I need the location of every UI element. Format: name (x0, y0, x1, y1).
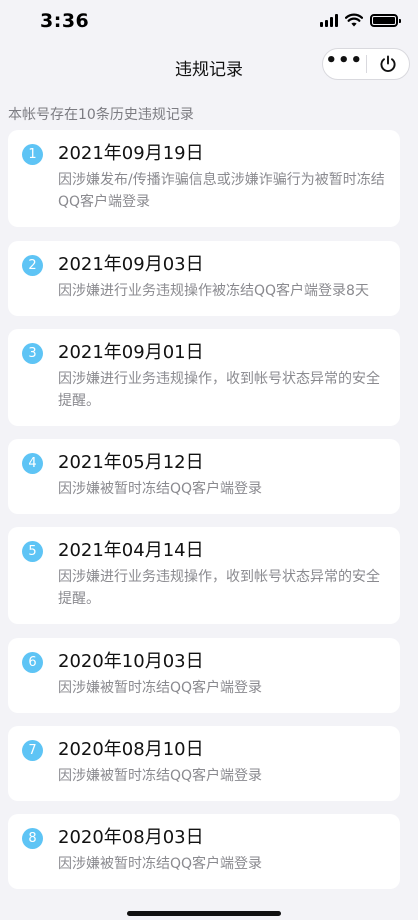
violation-record-list: 1 2021年09月19日因涉嫌发布/传播诈骗信息或涉嫌诈骗行为被暂时冻结QQ客户… (8, 130, 400, 889)
record-description: 因涉嫌被暂时冻结QQ客户端登录 (58, 680, 263, 696)
violation-record-card: 3 2021年09月01日因涉嫌进行业务违规操作，收到帐号状态异常的安全提醒。 (8, 329, 400, 426)
record-description: 因涉嫌进行业务违规操作，收到帐号状态异常的安全提醒。 (58, 371, 380, 409)
violation-record-card: 2 2021年09月03日因涉嫌进行业务违规操作被冻结QQ客户端登录8天 (8, 241, 400, 316)
violation-record-card: 5 2021年04月14日因涉嫌进行业务违规操作，收到帐号状态异常的安全提醒。 (8, 527, 400, 624)
violation-record-card: 4 2021年05月12日因涉嫌被暂时冻结QQ客户端登录 (8, 439, 400, 514)
record-date: 2021年09月19日 (58, 143, 204, 164)
cellular-signal-icon (320, 13, 338, 27)
record-index-badge: 3 (22, 343, 43, 364)
record-date: 2020年08月03日 (58, 827, 204, 848)
record-index-badge: 2 (22, 255, 43, 276)
status-bar: 3:36 (0, 0, 418, 44)
status-time: 3:36 (40, 10, 90, 32)
power-icon (380, 55, 396, 72)
record-date: 2021年04月14日 (58, 540, 204, 561)
close-button[interactable] (367, 49, 410, 79)
record-description: 因涉嫌发布/传播诈骗信息或涉嫌诈骗行为被暂时冻结QQ客户端登录 (58, 172, 385, 210)
record-index-badge: 1 (22, 144, 43, 165)
record-index-badge: 8 (22, 828, 43, 849)
violation-summary: 本帐号存在10条历史违规记录 (8, 107, 194, 123)
record-date: 2020年08月10日 (58, 739, 204, 760)
record-index-badge: 4 (22, 453, 43, 474)
status-icons (320, 13, 401, 27)
record-description: 因涉嫌被暂时冻结QQ客户端登录 (58, 481, 263, 497)
wifi-icon (345, 13, 363, 27)
more-dots-icon: ••• (325, 50, 363, 71)
record-date: 2021年09月03日 (58, 254, 204, 275)
violation-record-card: 1 2021年09月19日因涉嫌发布/传播诈骗信息或涉嫌诈骗行为被暂时冻结QQ客户… (8, 130, 400, 227)
record-description: 因涉嫌进行业务违规操作，收到帐号状态异常的安全提醒。 (58, 569, 380, 607)
record-description: 因涉嫌被暂时冻结QQ客户端登录 (58, 856, 263, 872)
record-date: 2021年05月12日 (58, 452, 204, 473)
violation-record-card: 8 2020年08月03日因涉嫌被暂时冻结QQ客户端登录 (8, 814, 400, 889)
more-button[interactable]: ••• (323, 49, 366, 79)
violation-record-card: 7 2020年08月10日因涉嫌被暂时冻结QQ客户端登录 (8, 726, 400, 801)
record-index-badge: 6 (22, 652, 43, 673)
record-date: 2021年09月01日 (58, 342, 204, 363)
record-date: 2020年10月03日 (58, 651, 204, 672)
record-description: 因涉嫌被暂时冻结QQ客户端登录 (58, 768, 263, 784)
nav-bar: 违规记录 ••• (0, 44, 418, 88)
violation-record-card: 6 2020年10月03日因涉嫌被暂时冻结QQ客户端登录 (8, 638, 400, 713)
home-indicator[interactable] (127, 911, 281, 916)
record-description: 因涉嫌进行业务违规操作被冻结QQ客户端登录8天 (58, 283, 369, 299)
record-index-badge: 5 (22, 541, 43, 562)
mini-program-capsule: ••• (322, 48, 410, 80)
record-index-badge: 7 (22, 740, 43, 761)
battery-icon (370, 13, 401, 27)
